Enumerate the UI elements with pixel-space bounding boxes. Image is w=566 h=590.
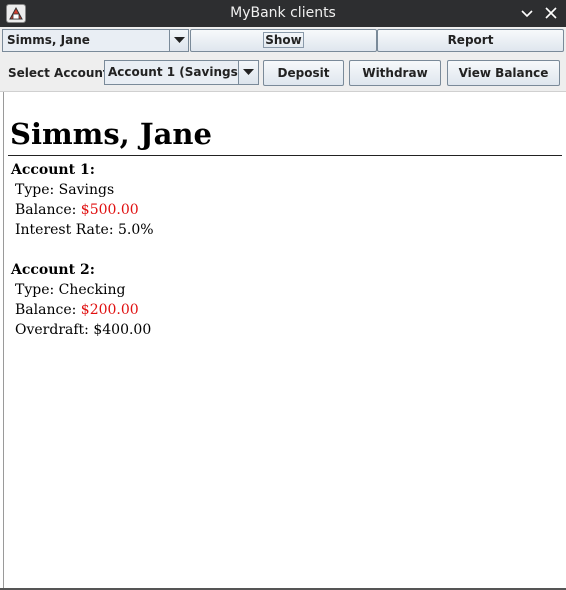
account-balance: Balance: $200.00 [11,300,151,320]
close-icon[interactable] [543,5,559,21]
deposit-button[interactable]: Deposit [263,60,344,86]
account-block: Account 2: Type: Checking Balance: $200.… [11,260,151,340]
client-name-heading: Simms, Jane [10,117,212,151]
divider [8,155,562,156]
view-balance-button[interactable]: View Balance [447,60,560,86]
chevron-down-icon[interactable] [519,5,535,21]
balance-label: Balance: [15,302,77,318]
client-details-pane: Simms, Jane Account 1: Type: Savings Bal… [3,92,566,590]
type-value: Savings [58,182,115,198]
title-bar: MyBank clients [0,0,566,27]
interest-rate-label: Interest Rate: [15,222,114,238]
withdraw-button[interactable]: Withdraw [349,60,441,86]
report-button[interactable]: Report [377,29,564,52]
balance-value: $500.00 [80,202,139,218]
overdraft: Overdraft: $400.00 [11,320,151,340]
account-type: Type: Checking [11,280,151,300]
overdraft-value: $400.00 [93,322,152,338]
client-select-value: Simms, Jane [7,33,90,47]
dropdown-arrow-icon[interactable] [238,61,258,84]
type-value: Checking [58,282,126,298]
show-button[interactable]: Show [190,29,377,52]
overdraft-label: Overdraft: [15,322,89,338]
dropdown-arrow-icon[interactable] [169,30,188,51]
type-label: Type: [15,282,55,298]
account-select-value: Account 1 (Savings) [108,65,244,79]
account-type: Type: Savings [11,180,154,200]
select-account-label: Select Account: [8,66,114,80]
balance-label: Balance: [15,202,77,218]
account-balance: Balance: $500.00 [11,200,154,220]
type-label: Type: [15,182,55,198]
client-toolbar: Simms, Jane Show Report [0,27,566,55]
account-heading: Account 1: [11,162,95,178]
account-toolbar: Select Account: Account 1 (Savings) Depo… [0,55,566,92]
show-button-label: Show [263,32,304,48]
balance-value: $200.00 [80,302,139,318]
account-block: Account 1: Type: Savings Balance: $500.0… [11,160,154,240]
interest-rate-value: 5.0% [118,222,154,238]
client-select[interactable]: Simms, Jane [2,29,189,52]
interest-rate: Interest Rate: 5.0% [11,220,154,240]
account-select[interactable]: Account 1 (Savings) [104,60,259,85]
account-heading: Account 2: [11,262,95,278]
window-title: MyBank clients [230,5,336,21]
